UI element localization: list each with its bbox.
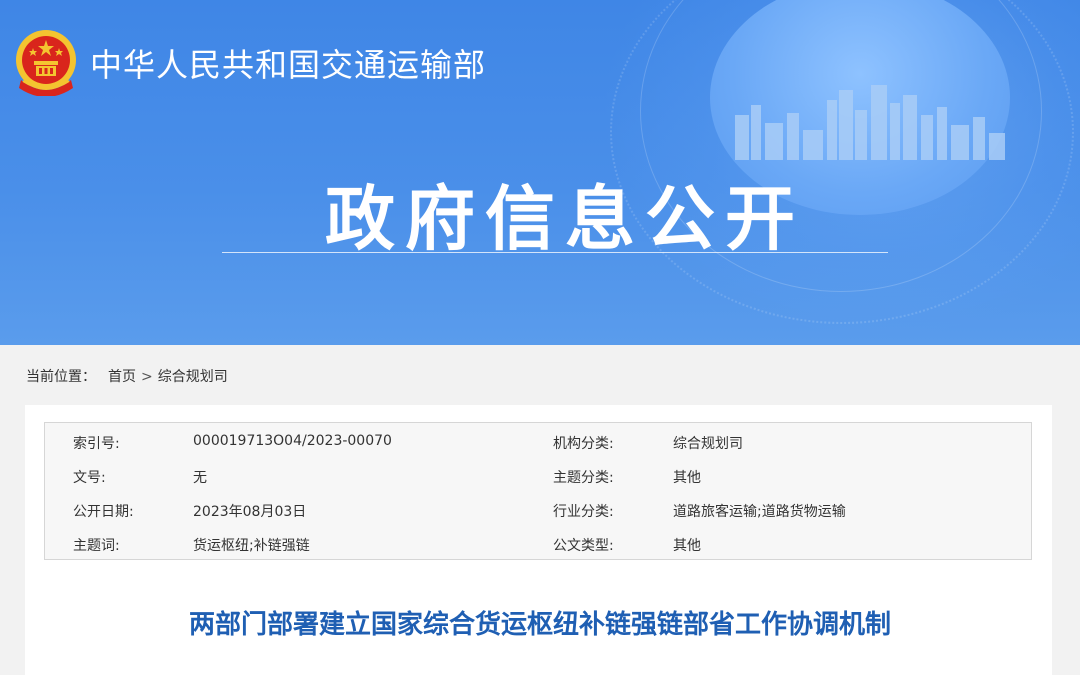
publish-date-value: 2023年08月03日 [193, 504, 307, 520]
breadcrumb-home-link[interactable]: 首页 [108, 369, 136, 385]
index-number-value: 000019713O04/2023-00070 [193, 433, 392, 449]
agency-category-value: 综合规划司 [673, 436, 743, 452]
publish-date-label: 公开日期: [73, 504, 134, 520]
metadata-row: 索引号: 000019713O04/2023-00070 机构分类: 综合规划司 [45, 425, 1031, 459]
breadcrumb-separator: > [141, 369, 153, 385]
ministry-name[interactable]: 中华人民共和国交通运输部 [90, 40, 486, 86]
metadata-row: 公开日期: 2023年08月03日 行业分类: 道路旅客运输;道路货物运输 [45, 493, 1031, 527]
document-type-label: 公文类型: [553, 538, 614, 554]
city-skyline-graphic [735, 85, 1005, 160]
header-banner: 中华人民共和国交通运输部 政府信息公开 [0, 0, 1080, 345]
national-emblem-icon [16, 30, 76, 96]
article-title: 两部门部署建立国家综合货运枢纽补链强链部省工作协调机制 [188, 610, 891, 640]
topic-category-label: 主题分类: [553, 470, 614, 486]
keywords-value: 货运枢纽;补链强链 [193, 538, 310, 554]
metadata-row: 主题词: 货运枢纽;补链强链 公文类型: 其他 [45, 527, 1031, 561]
breadcrumb-label: 当前位置： [26, 369, 96, 385]
title-underline [222, 252, 888, 253]
metadata-table: 索引号: 000019713O04/2023-00070 机构分类: 综合规划司… [44, 422, 1032, 560]
metadata-row: 文号: 无 主题分类: 其他 [45, 459, 1031, 493]
breadcrumb: 当前位置： 首页 > 综合规划司 [26, 366, 228, 386]
agency-category-label: 机构分类: [553, 436, 614, 452]
topic-category-value: 其他 [673, 470, 701, 486]
section-title: 政府信息公开 [325, 178, 805, 260]
keywords-label: 主题词: [73, 538, 120, 554]
industry-category-value: 道路旅客运输;道路货物运输 [673, 504, 846, 520]
document-type-value: 其他 [673, 538, 701, 554]
document-number-value: 无 [193, 470, 207, 486]
breadcrumb-department-link[interactable]: 综合规划司 [158, 369, 228, 385]
industry-category-label: 行业分类: [553, 504, 614, 520]
index-number-label: 索引号: [73, 436, 120, 452]
document-number-label: 文号: [73, 470, 106, 486]
